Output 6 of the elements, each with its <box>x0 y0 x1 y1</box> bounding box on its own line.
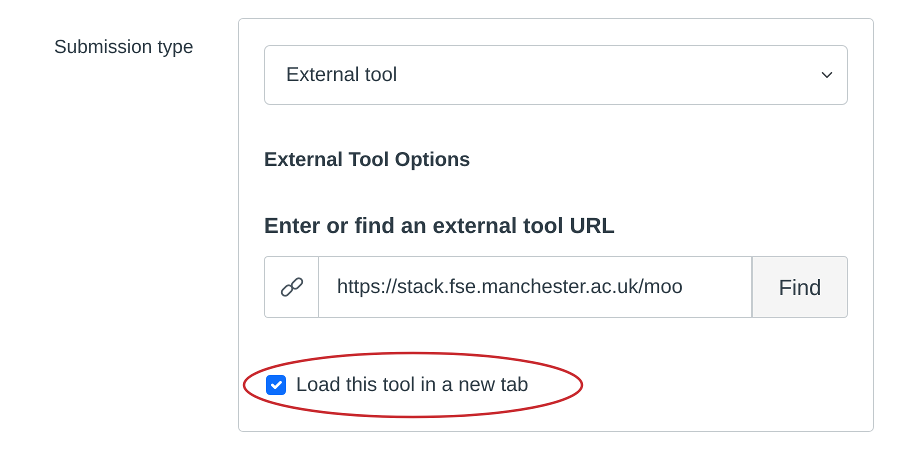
find-button[interactable]: Find <box>752 256 848 318</box>
url-label: Enter or find an external tool URL <box>264 212 616 240</box>
submission-type-select[interactable]: External tool <box>264 45 848 105</box>
section-heading: External Tool Options <box>264 148 472 173</box>
url-field[interactable]: https://stack.fse.manchester.ac.uk/moo <box>318 256 752 318</box>
field-label: Submission type <box>54 36 194 60</box>
